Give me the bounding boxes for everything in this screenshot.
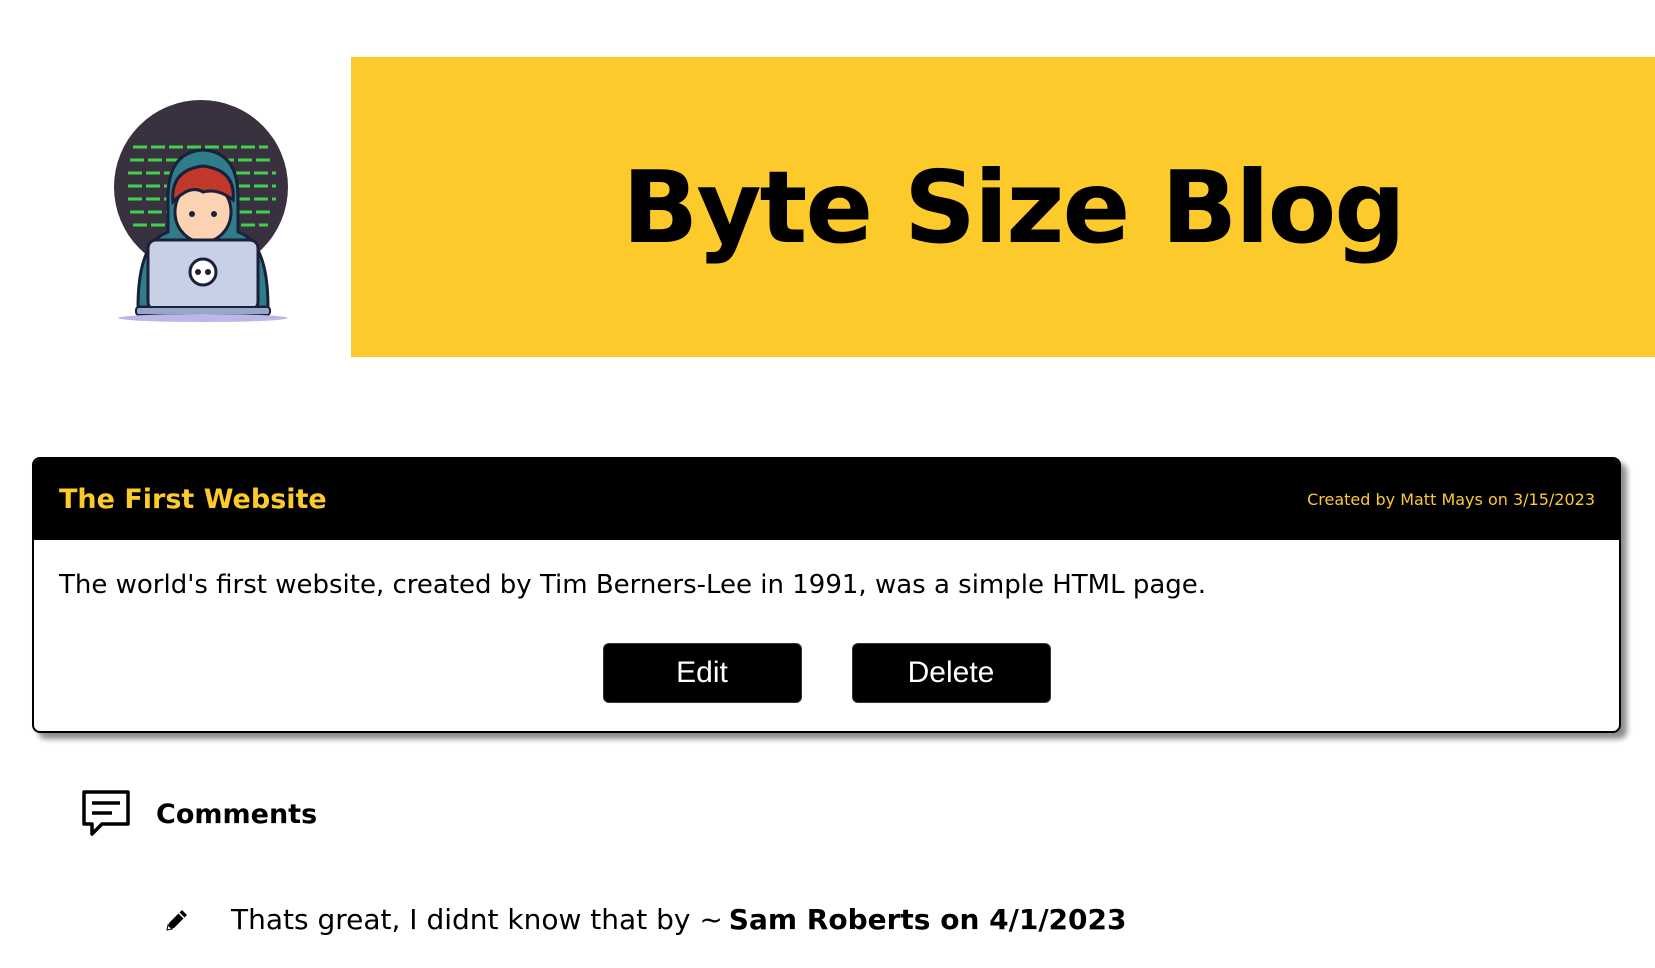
comment-icon [82,790,130,836]
post-body: The world's first website, created by Ti… [59,570,1207,600]
post-card: The First Website Created by Matt Mays o… [32,457,1621,733]
comment-author: Sam Roberts on 4/1/2023 [728,903,1127,936]
post-card-header: The First Website Created by Matt Mays o… [34,459,1619,540]
pencil-icon[interactable] [163,906,191,934]
post-title: The First Website [59,484,327,515]
delete-button[interactable]: Delete [851,643,1051,703]
site-title: Byte Size Blog [622,148,1406,266]
comments-heading: Comments [156,798,318,830]
header-banner: Byte Size Blog [351,57,1655,357]
page: Byte Size Blog The First Website Created… [0,0,1655,968]
hacker-laptop-avatar-icon [114,100,288,322]
post-actions: Edit Delete [34,643,1619,703]
logo-hacker-avatar [108,92,288,324]
post-meta: Created by Matt Mays on 3/15/2023 [1307,490,1595,509]
edit-button[interactable]: Edit [602,643,802,703]
comment-item: Thats great, I didnt know that by ~ Sam … [163,903,1126,936]
comments-header: Comments [80,788,317,840]
comment-text: Thats great, I didnt know that by ~ [231,903,723,936]
